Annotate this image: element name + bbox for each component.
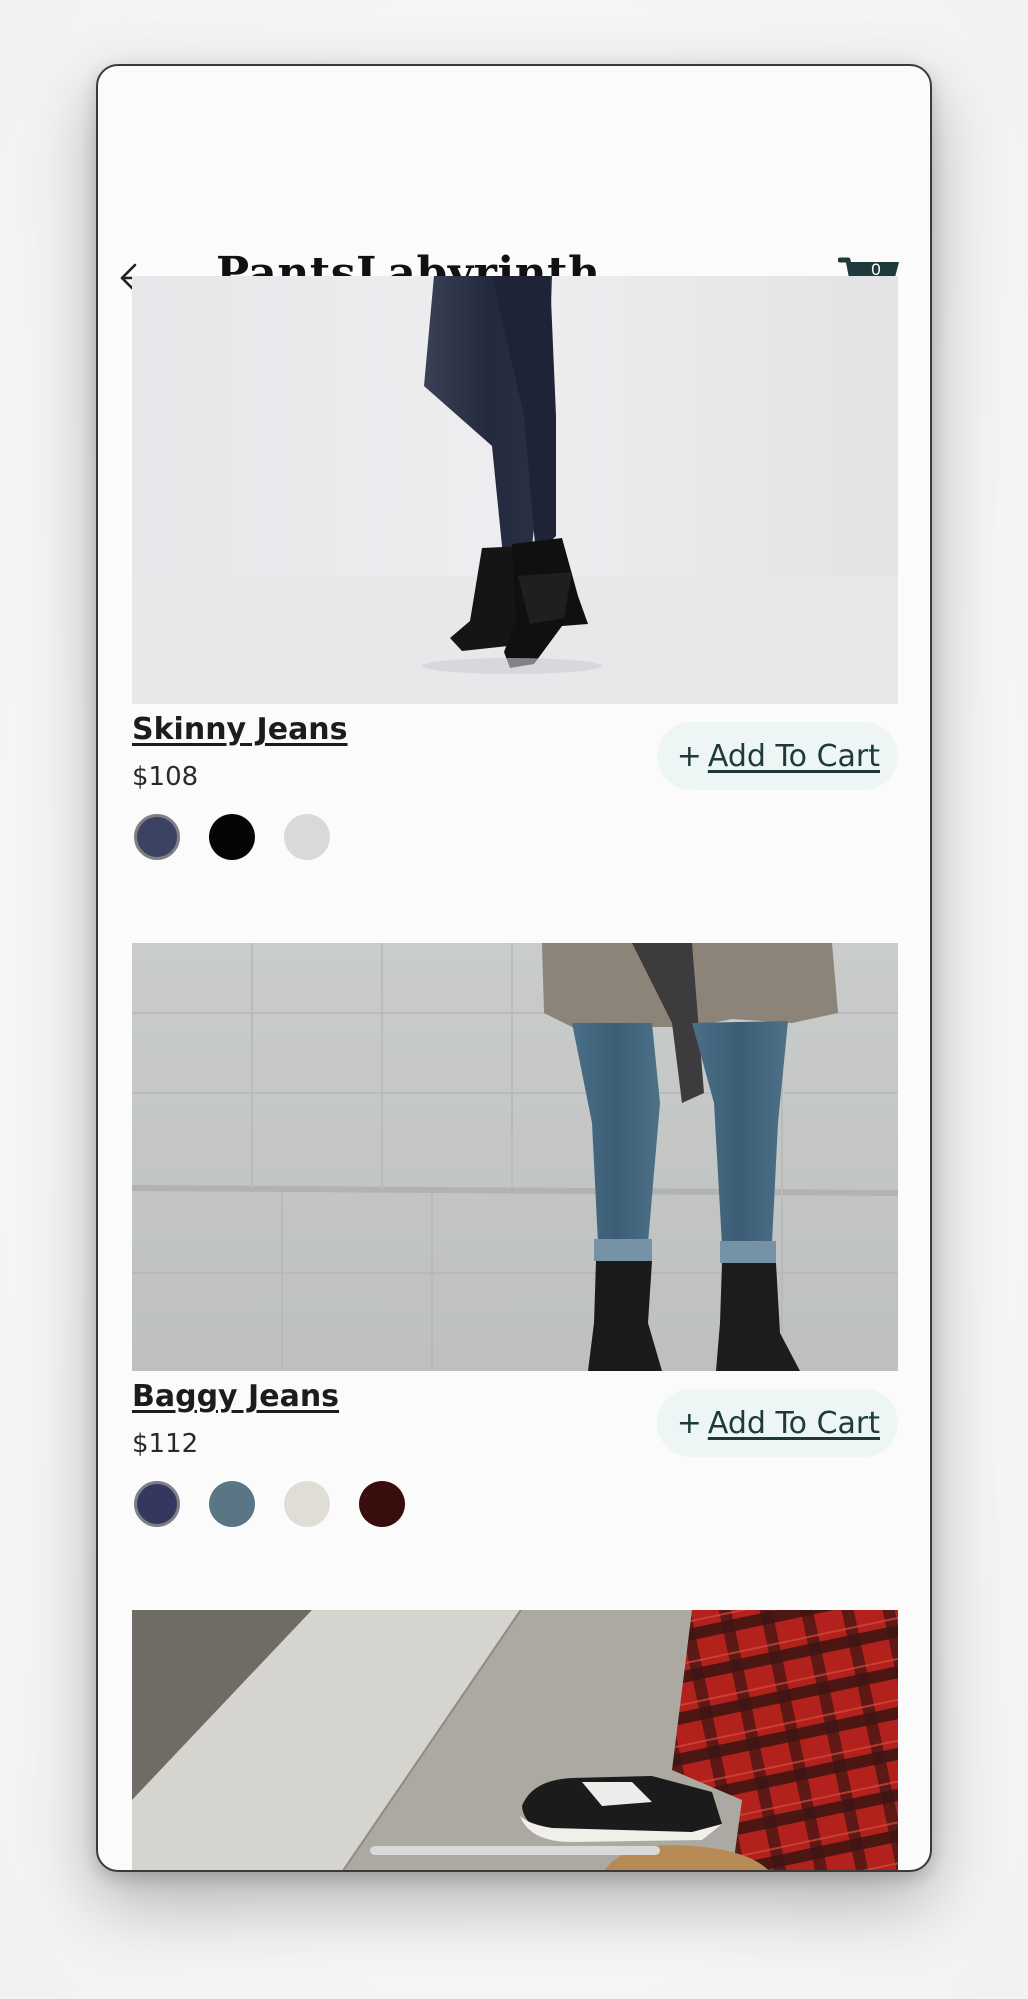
product-name-link[interactable]: Skinny Jeans [132,712,348,747]
product-card: Baggy Jeans $112 + Add To Cart [132,943,898,1571]
add-to-cart-label: Add To Cart [707,738,880,774]
plus-icon: + [676,1405,702,1441]
color-swatches [134,1481,405,1527]
add-to-cart-button[interactable]: + Add To Cart [656,722,898,790]
product-photo[interactable] [132,943,898,1371]
add-to-cart-label: Add To Cart [707,1405,880,1441]
color-swatch-maroon[interactable] [359,1481,405,1527]
color-swatch-navy[interactable] [134,1481,180,1527]
color-swatch-beige[interactable] [284,1481,330,1527]
product-photo[interactable] [132,1610,898,1870]
color-swatch-light-gray[interactable] [284,814,330,860]
color-swatch-slate-blue[interactable] [209,1481,255,1527]
skinny-jeans-photo [132,276,898,704]
plus-icon: + [676,738,702,774]
product-price: $108 [132,762,199,792]
baggy-jeans-photo [132,943,898,1371]
color-swatches [134,814,330,860]
plaid-pants-photo [132,1610,898,1870]
home-indicator[interactable] [370,1846,660,1855]
phone-screen: PantsLabyrinth 0 Skinny Jeans $108 + Add… [96,64,932,1872]
product-card: Skinny Jeans $108 + Add To Cart [132,276,898,904]
product-photo[interactable] [132,276,898,704]
product-name-link[interactable]: Baggy Jeans [132,1379,339,1414]
product-info: Skinny Jeans $108 + Add To Cart [132,704,898,904]
product-price: $112 [132,1429,199,1459]
color-swatch-navy[interactable] [134,814,180,860]
add-to-cart-button[interactable]: + Add To Cart [656,1389,898,1457]
product-card [132,1610,898,1870]
screenshot-backdrop: PantsLabyrinth 0 Skinny Jeans $108 + Add… [0,0,1028,1999]
color-swatch-black[interactable] [209,814,255,860]
product-info: Baggy Jeans $112 + Add To Cart [132,1371,898,1571]
